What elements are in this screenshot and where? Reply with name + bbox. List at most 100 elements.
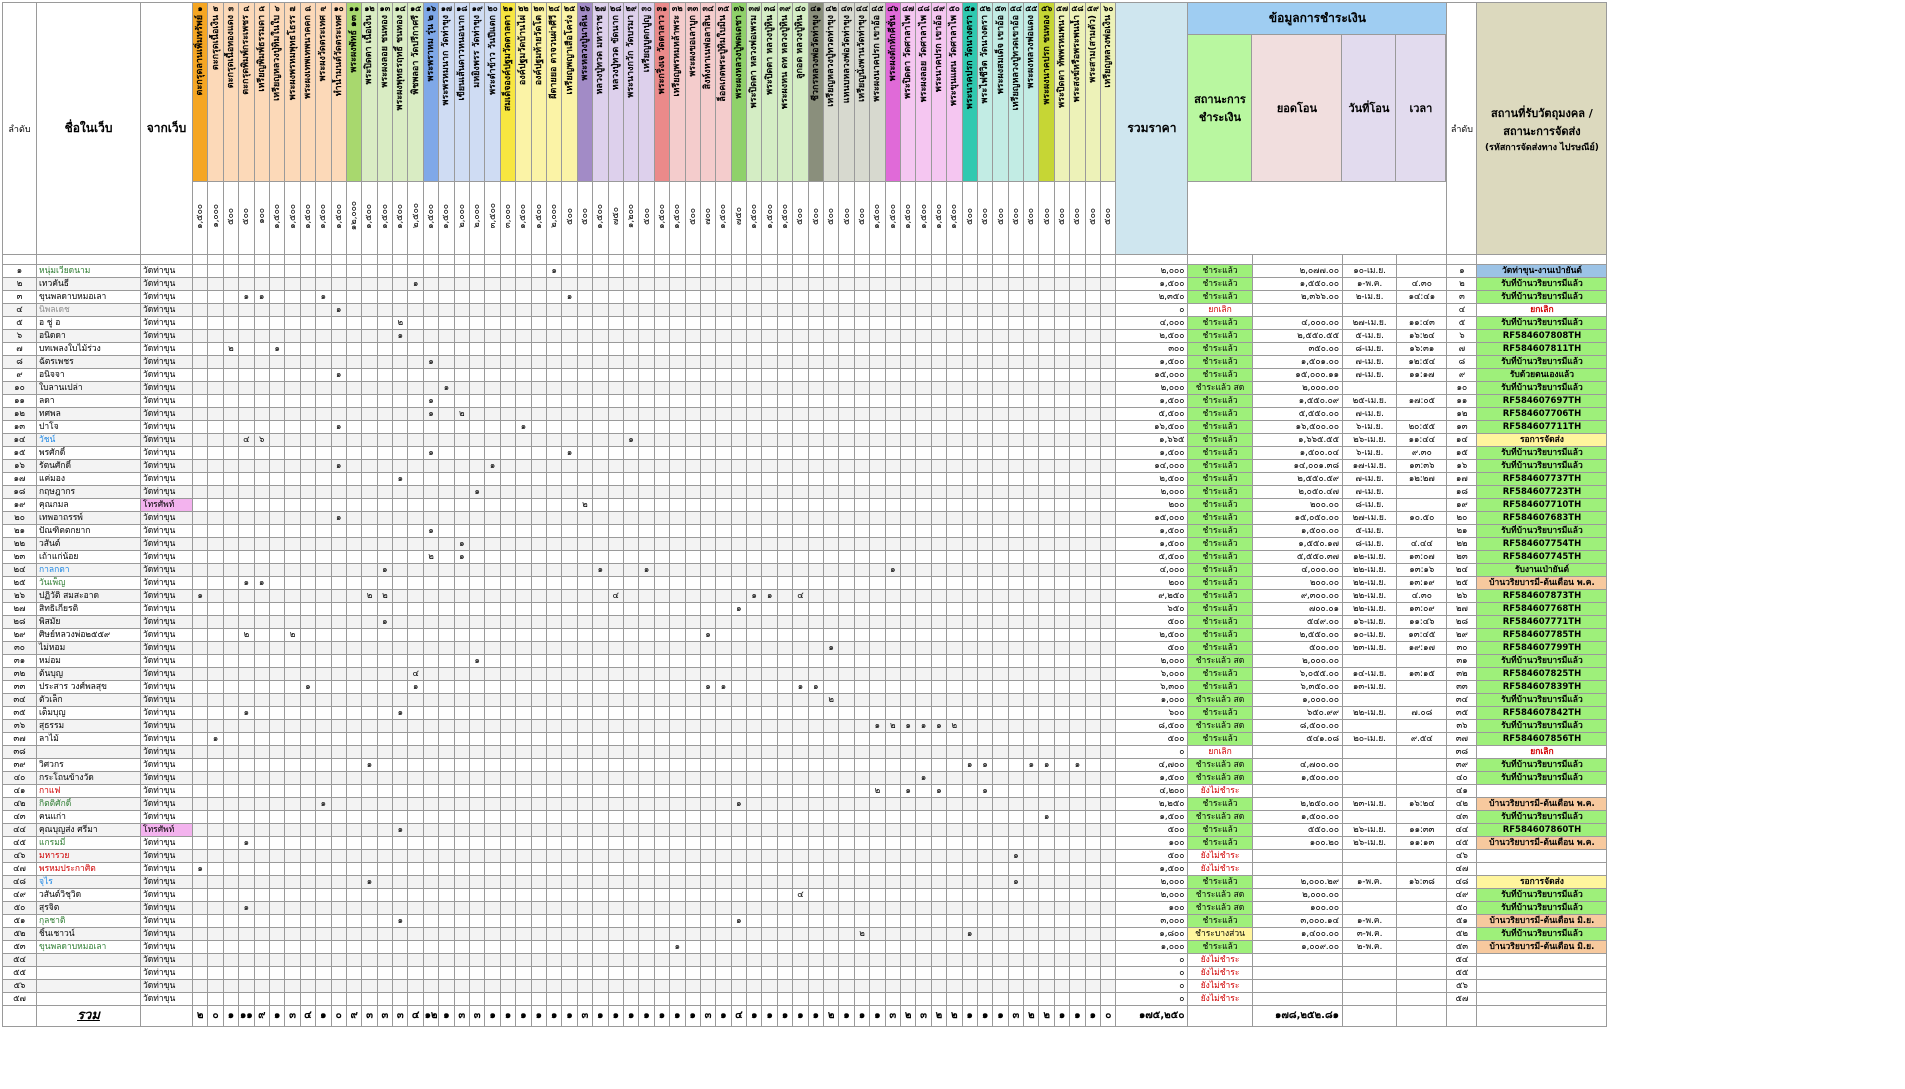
qty-cell[interactable]: [576, 680, 594, 694]
qty-cell[interactable]: [1069, 316, 1086, 330]
qty-cell[interactable]: [992, 511, 1009, 525]
qty-cell[interactable]: [838, 329, 855, 343]
item-price[interactable]: ๕๐๐: [1069, 181, 1086, 255]
qty-cell[interactable]: [792, 511, 809, 525]
qty-cell[interactable]: [361, 550, 378, 564]
row-name[interactable]: กฤษฎากร: [36, 485, 141, 499]
qty-cell[interactable]: [222, 719, 240, 733]
qty-cell[interactable]: [761, 823, 778, 837]
qty-cell[interactable]: [576, 797, 594, 811]
row-from[interactable]: วัดท่าขุน: [140, 888, 193, 902]
qty-cell[interactable]: [222, 862, 240, 876]
row-total[interactable]: ๑,๐๐๐: [1115, 940, 1189, 954]
qty-cell[interactable]: [622, 407, 640, 421]
row-total[interactable]: ๑,๖๖๕: [1115, 433, 1189, 447]
qty-cell[interactable]: [669, 849, 686, 863]
qty-cell[interactable]: [407, 693, 424, 707]
row-from[interactable]: วัดท่าขุน: [140, 979, 193, 993]
item-header[interactable]: ๓๐ เหรียญบูตกปูญ: [638, 2, 655, 182]
qty-cell[interactable]: [499, 368, 517, 382]
qty-cell[interactable]: [776, 654, 794, 668]
qty-cell[interactable]: [730, 849, 748, 863]
qty-cell[interactable]: ๑: [315, 290, 332, 304]
qty-cell[interactable]: [853, 797, 871, 811]
table-row[interactable]: ๑หนุ่มเวียดนาม วัดท่าขุน๑๒,๐๐๐ ชำระแล้ว ๒,๐…: [2, 264, 1608, 278]
qty-cell[interactable]: [1100, 550, 1117, 564]
row-time[interactable]: [1396, 849, 1448, 863]
qty-cell[interactable]: [961, 732, 978, 746]
qty-cell[interactable]: [869, 563, 886, 577]
qty-cell[interactable]: [761, 420, 778, 434]
qty-cell[interactable]: [807, 524, 825, 538]
row-time[interactable]: ๑๐.๕๐: [1396, 511, 1448, 525]
qty-cell[interactable]: ๑: [422, 446, 440, 460]
qty-cell[interactable]: [992, 823, 1009, 837]
qty-cell[interactable]: [1023, 368, 1040, 382]
qty-cell[interactable]: [930, 394, 948, 408]
qty-cell[interactable]: [484, 498, 501, 512]
qty-cell[interactable]: [1069, 355, 1086, 369]
row-place[interactable]: [1476, 966, 1608, 980]
qty-cell[interactable]: [561, 836, 578, 850]
qty-cell[interactable]: [1007, 680, 1025, 694]
table-row[interactable]: ๕๒ ชิ้นเชาวน์ วัดท่าขุน๒๑๑,๘๐๐ ชำระบางส่วน๑…: [2, 927, 1608, 941]
qty-cell[interactable]: [484, 368, 501, 382]
qty-cell[interactable]: [561, 537, 578, 551]
qty-cell[interactable]: [946, 433, 963, 447]
qty-cell[interactable]: [499, 901, 517, 915]
qty-cell[interactable]: [730, 836, 748, 850]
qty-cell[interactable]: [330, 914, 347, 928]
qty-cell[interactable]: [191, 381, 209, 395]
qty-cell[interactable]: [207, 407, 224, 421]
row-place[interactable]: RF584607825TH: [1476, 667, 1608, 681]
row-status[interactable]: ชำระแล้ว: [1187, 563, 1253, 577]
qty-cell[interactable]: [422, 589, 440, 603]
qty-cell[interactable]: [361, 693, 378, 707]
qty-cell[interactable]: [669, 576, 686, 590]
qty-cell[interactable]: [853, 498, 871, 512]
qty-cell[interactable]: [284, 875, 301, 889]
qty-cell[interactable]: [776, 615, 794, 629]
qty-cell[interactable]: [853, 290, 871, 304]
qty-cell[interactable]: [838, 849, 855, 863]
qty-cell[interactable]: [592, 862, 609, 876]
qty-cell[interactable]: [823, 745, 840, 759]
row-date[interactable]: [1342, 849, 1398, 863]
row-index[interactable]: ๕๖: [2, 979, 37, 993]
qty-cell[interactable]: [191, 602, 209, 616]
qty-cell[interactable]: [499, 576, 517, 590]
qty-cell[interactable]: [976, 732, 994, 746]
qty-cell[interactable]: [730, 277, 748, 291]
qty-cell[interactable]: [715, 732, 732, 746]
qty-cell[interactable]: [222, 771, 240, 785]
qty-cell[interactable]: [499, 654, 517, 668]
qty-cell[interactable]: [315, 641, 332, 655]
qty-cell[interactable]: [930, 745, 948, 759]
qty-cell[interactable]: [776, 329, 794, 343]
qty-cell[interactable]: ๒: [422, 550, 440, 564]
row-date[interactable]: ๒๕-เม.ย.: [1342, 394, 1398, 408]
qty-cell[interactable]: [253, 823, 270, 837]
qty-cell[interactable]: [669, 667, 686, 681]
qty-cell[interactable]: [392, 303, 409, 317]
qty-cell[interactable]: [823, 524, 840, 538]
row-from[interactable]: วัดท่าขุน: [140, 290, 193, 304]
row-date[interactable]: ๒๒-เม.ย.: [1342, 563, 1398, 577]
row-total[interactable]: ๒,๐๐๐: [1115, 485, 1189, 499]
qty-cell[interactable]: ๑: [592, 563, 609, 577]
qty-cell[interactable]: [253, 498, 270, 512]
qty-cell[interactable]: [961, 394, 978, 408]
qty-cell[interactable]: [1100, 953, 1117, 967]
qty-cell[interactable]: [253, 277, 270, 291]
qty-cell[interactable]: [1100, 290, 1117, 304]
qty-cell[interactable]: [992, 355, 1009, 369]
row-place[interactable]: รับด้วยตนเองแล้ว: [1476, 368, 1608, 382]
qty-cell[interactable]: [869, 342, 886, 356]
qty-cell[interactable]: [453, 472, 471, 486]
qty-cell[interactable]: [1069, 966, 1086, 980]
row-time[interactable]: ๔.๓๐: [1396, 589, 1448, 603]
row-index[interactable]: ๓: [2, 290, 37, 304]
qty-cell[interactable]: [545, 615, 563, 629]
qty-cell[interactable]: ๑: [392, 823, 409, 837]
row-from[interactable]: วัดท่าขุน: [140, 628, 193, 642]
